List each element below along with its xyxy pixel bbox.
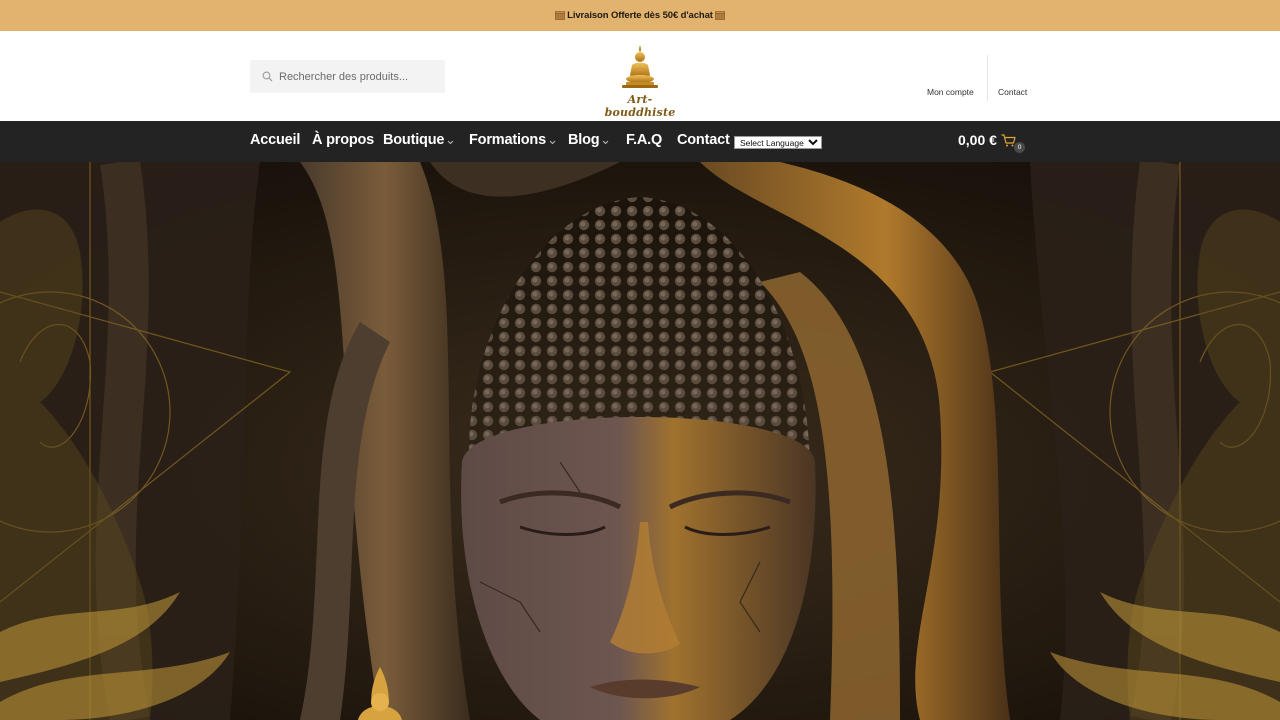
buddha-logo-icon: [622, 45, 658, 88]
site-header: Art-bouddhiste Mon compte Contact: [0, 31, 1280, 121]
header-contact-link[interactable]: Contact: [998, 87, 1027, 97]
nav-item-boutique[interactable]: Boutique: [383, 132, 454, 148]
main-nav: Accueil À propos Boutique Formations Blo…: [0, 121, 1280, 162]
nav-item-a-propos[interactable]: À propos: [312, 132, 374, 148]
nav-item-label: F.A.Q: [626, 132, 663, 148]
cart-count-badge: 0: [1014, 142, 1025, 153]
nav-item-label: Accueil: [250, 132, 301, 148]
search-box[interactable]: [250, 60, 445, 93]
promo-text: Livraison Offerte dès 50€ d'achat: [567, 10, 713, 21]
my-account-link[interactable]: Mon compte: [927, 87, 974, 97]
hero-banner: [0, 162, 1280, 720]
promo-bar: Livraison Offerte dès 50€ d'achat: [0, 0, 1280, 31]
chevron-down-icon: [549, 140, 556, 144]
package-icon: [715, 11, 725, 20]
nav-item-label: Blog: [568, 132, 600, 148]
nav-item-accueil[interactable]: Accueil: [250, 132, 300, 148]
nav-item-label: À propos: [312, 132, 375, 148]
site-logo[interactable]: Art-bouddhiste: [594, 43, 686, 119]
cart-total: 0,00 €: [958, 132, 997, 148]
cart-button[interactable]: 0,00 € 0: [958, 132, 1025, 153]
nav-item-blog[interactable]: Blog: [568, 132, 609, 148]
nav-item-formations[interactable]: Formations: [469, 132, 556, 148]
nav-item-label: Contact: [677, 132, 730, 148]
chevron-down-icon: [447, 140, 454, 144]
nav-item-label: Formations: [469, 132, 546, 148]
nav-item-faq[interactable]: F.A.Q: [626, 132, 662, 148]
nav-item-contact[interactable]: Contact: [677, 132, 730, 148]
search-input[interactable]: [279, 70, 439, 83]
header-divider: [987, 55, 988, 101]
nav-item-label: Boutique: [383, 132, 445, 148]
language-select[interactable]: Select Language: [734, 136, 822, 149]
hero-image: [0, 162, 1280, 720]
chevron-down-icon: [603, 140, 609, 144]
search-icon: [262, 71, 273, 82]
logo-text: Art-bouddhiste: [604, 93, 676, 119]
package-icon: [555, 11, 565, 20]
